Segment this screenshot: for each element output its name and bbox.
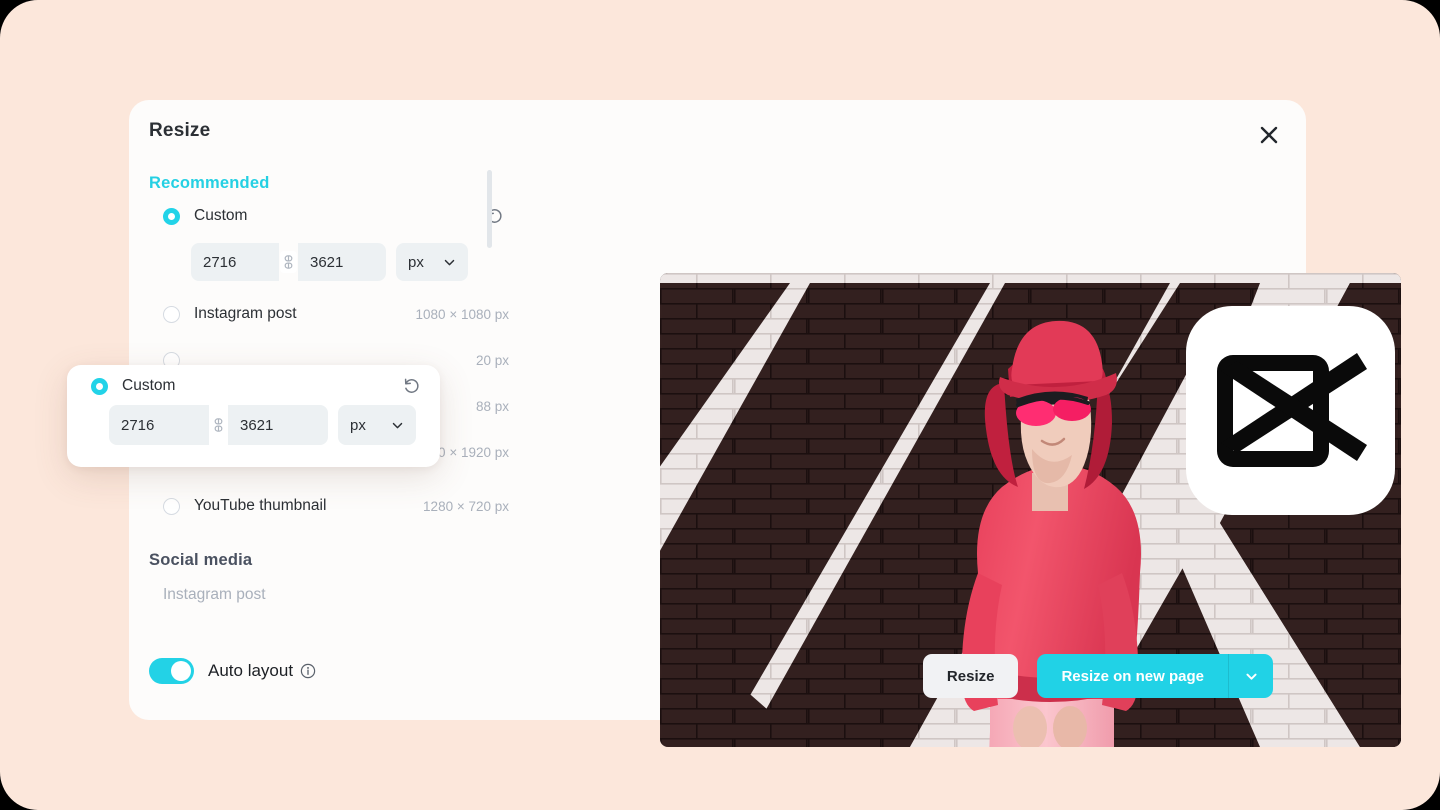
section-heading-social-media: Social media — [149, 551, 253, 569]
link-icon[interactable] — [280, 251, 297, 273]
preset-option-youtube-thumbnail[interactable]: YouTube thumbnail 1280 × 720 px — [149, 489, 509, 523]
preset-label: Custom — [194, 207, 248, 224]
unit-value: px — [350, 416, 366, 434]
height-input[interactable] — [298, 243, 386, 281]
page-background: Resize Recommended Custom 2716 3621 px I… — [0, 0, 1440, 810]
resize-options-dropdown-button[interactable] — [1228, 654, 1273, 698]
capcut-logo — [1216, 352, 1367, 467]
height-input-floating[interactable] — [228, 405, 328, 445]
resize-dialog: Resize Recommended Custom 2716 3621 px I… — [67, 100, 1401, 747]
link-icon[interactable] — [210, 414, 227, 436]
auto-layout-toggle[interactable] — [149, 658, 194, 684]
radio-custom-floating[interactable] — [91, 377, 108, 395]
custom-size-row[interactable]: px — [191, 243, 509, 281]
preset-label: Instagram post — [194, 305, 297, 322]
width-input-floating[interactable] — [109, 405, 209, 445]
page-title: Resize — [149, 120, 211, 141]
preset-option-custom[interactable]: Custom — [149, 199, 509, 233]
auto-layout-control[interactable]: Auto layout — [149, 658, 316, 684]
preset-list-scrollbar[interactable] — [487, 170, 492, 420]
preset-label: YouTube thumbnail — [194, 497, 327, 514]
floating-size-row[interactable]: px — [109, 405, 440, 445]
section-heading-recommended: Recommended — [149, 174, 270, 192]
chevron-down-icon — [444, 259, 455, 265]
floating-card-body: px — [67, 405, 440, 445]
floating-card-label: Custom — [122, 377, 176, 394]
capcut-logo-badge — [1186, 306, 1395, 515]
radio-youtube-thumbnail[interactable] — [163, 497, 180, 515]
preset-dimensions: 20 px — [475, 352, 509, 368]
resize-button[interactable]: Resize — [922, 654, 1019, 698]
preset-dimensions: 88 px — [475, 398, 509, 414]
close-icon — [1260, 126, 1278, 144]
chevron-down-icon — [392, 422, 403, 428]
footer-actions: Resize Resize on new page — [922, 654, 1273, 698]
radio-instagram-post[interactable] — [163, 305, 180, 323]
auto-layout-label: Auto layout — [208, 661, 294, 680]
toggle-knob — [171, 661, 191, 681]
scrollbar-thumb[interactable] — [487, 170, 492, 248]
close-button[interactable] — [1250, 116, 1288, 154]
resize-on-new-page-button[interactable]: Resize on new page — [1037, 654, 1228, 698]
unit-select[interactable]: px — [396, 243, 468, 281]
floating-custom-card[interactable]: Custom 2716 3621 px — [67, 365, 440, 467]
preset-label: Instagram post — [163, 586, 266, 603]
reset-icon[interactable] — [402, 376, 422, 396]
resize-on-new-page-group[interactable]: Resize on new page — [1037, 654, 1273, 698]
floating-card-header: Custom — [67, 365, 440, 407]
radio-custom[interactable] — [163, 207, 180, 225]
unit-select-floating[interactable]: px — [338, 405, 416, 445]
preset-option-instagram-post[interactable]: Instagram post 1080 × 1080 px — [149, 297, 509, 331]
width-input[interactable] — [191, 243, 279, 281]
dialog-footer: Auto layout Resize Resize on new page — [129, 634, 1306, 720]
preset-dimensions: 1280 × 720 px — [423, 498, 509, 514]
info-icon[interactable] — [300, 663, 316, 679]
unit-value: px — [408, 253, 424, 271]
chevron-down-icon — [1245, 673, 1257, 680]
preset-dimensions: 1080 × 1080 px — [415, 306, 509, 322]
preset-option-social-instagram-post[interactable]: Instagram post — [163, 586, 509, 604]
